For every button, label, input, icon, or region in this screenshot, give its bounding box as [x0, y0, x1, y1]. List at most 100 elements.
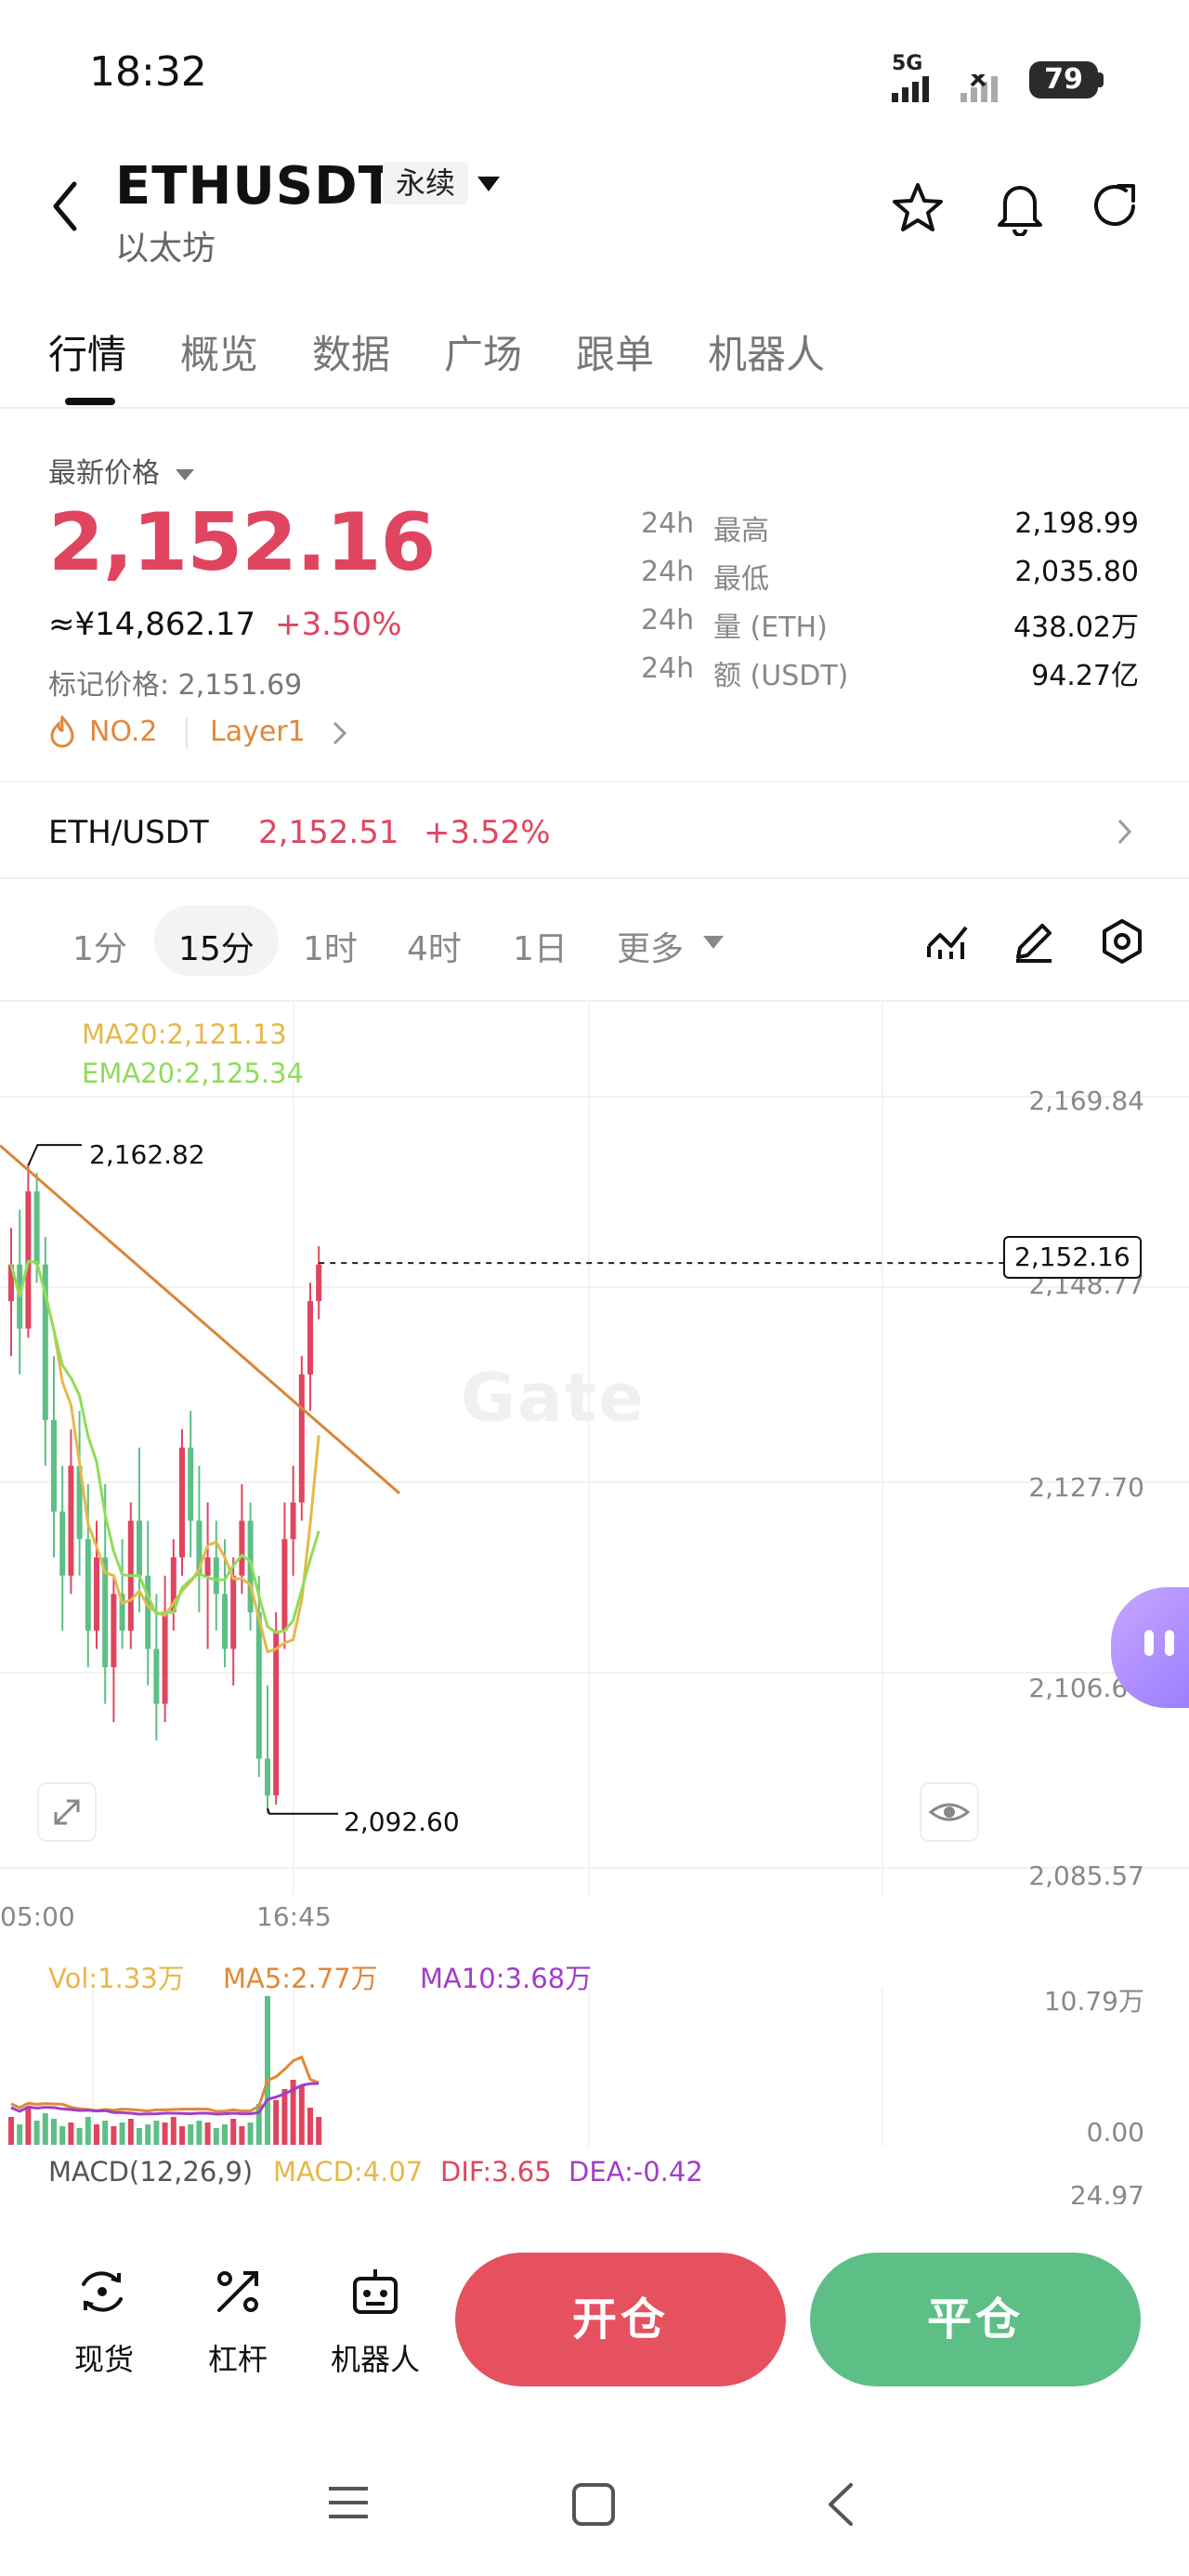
candle-body	[204, 1557, 211, 1576]
symbol-dropdown-icon[interactable]	[476, 175, 502, 193]
fullscreen-button[interactable]	[37, 1782, 97, 1842]
last-price: 2,152.16	[48, 496, 436, 589]
chevron-right-icon[interactable]	[1117, 818, 1133, 846]
volume-bar	[204, 2123, 211, 2145]
price-change: +3.50%	[275, 606, 402, 643]
x-axis-tick: 05:00	[0, 1901, 75, 1932]
tab-data[interactable]: 数据	[312, 323, 390, 380]
volume-bar	[119, 2123, 125, 2145]
candle-body	[51, 1420, 57, 1512]
visibility-toggle-button[interactable]	[920, 1782, 979, 1842]
latest-price-label[interactable]: 最新价格	[48, 450, 195, 491]
chevron-right-icon[interactable]	[331, 719, 349, 747]
contract-type-badge[interactable]: 永续	[383, 162, 469, 204]
volume-bar	[137, 2128, 142, 2145]
mark-price: 标记价格: 2,151.69	[48, 669, 303, 702]
close-position-button[interactable]: 平仓	[810, 2253, 1141, 2386]
macd-params-label: MACD(12,26,9)	[48, 2156, 254, 2188]
high-marker-line	[27, 1144, 82, 1166]
trend-line	[0, 1144, 400, 1495]
battery-indicator: 79	[1029, 61, 1098, 99]
home-icon[interactable]	[570, 2481, 617, 2528]
timeframe-1d[interactable]: 1日	[513, 922, 568, 970]
spot-icon[interactable]	[74, 2264, 130, 2320]
rank-tag[interactable]: NO.2	[89, 716, 157, 748]
open-position-button[interactable]: 开仓	[455, 2253, 786, 2386]
macd-dif-label: DIF:3.65	[440, 2156, 552, 2188]
ema20-label: EMA20:2,125.34	[82, 1058, 304, 1089]
candle-body	[137, 1520, 142, 1576]
tab-copy-trade[interactable]: 跟单	[576, 323, 654, 380]
ma20-label: MA20:2,121.13	[82, 1019, 287, 1050]
chevron-down-icon[interactable]	[702, 935, 725, 950]
timeframe-1m[interactable]: 1分	[72, 922, 127, 970]
bot-label[interactable]: 机器人	[320, 2336, 431, 2379]
timeframe-1h[interactable]: 1时	[303, 922, 358, 970]
chart-settings-icon[interactable]	[1100, 918, 1144, 965]
leverage-label[interactable]: 杠杆	[191, 2336, 284, 2379]
timeframe-15m[interactable]: 15分	[178, 922, 255, 970]
macd-dea-label: DEA:-0.42	[568, 2156, 703, 2188]
volume-bar	[127, 2119, 134, 2145]
candle-body	[307, 1301, 313, 1374]
candle-body	[255, 1611, 262, 1759]
timeframe-more[interactable]: 更多	[617, 922, 684, 970]
signal-icon	[892, 74, 998, 102]
candlestick-chart[interactable]	[0, 1004, 1189, 1896]
volume-bar	[33, 2121, 40, 2145]
tag-separator	[186, 717, 188, 749]
bot-icon[interactable]	[347, 2264, 403, 2320]
favorite-star-icon[interactable]	[890, 180, 946, 236]
volume-bar	[111, 2126, 117, 2145]
network-label: 5G	[892, 52, 923, 75]
spot-pair: ETH/USDT	[48, 814, 209, 851]
candle-body	[33, 1190, 40, 1265]
candle-body	[59, 1511, 66, 1576]
volume-bar	[230, 2119, 237, 2145]
stat-period: 24h	[641, 556, 695, 588]
back-nav-icon[interactable]	[821, 2481, 858, 2528]
volume-bar	[307, 2108, 313, 2145]
y-axis-tick: 2,169.84	[1028, 1085, 1144, 1116]
volume-bar	[196, 2121, 203, 2145]
draw-pencil-icon[interactable]	[1013, 920, 1055, 963]
tab-bot[interactable]: 机器人	[708, 323, 825, 380]
symbol-title[interactable]: ETHUSDT	[115, 156, 395, 217]
spot-price: 2,152.51	[258, 814, 399, 851]
stat-value: 94.27亿	[1031, 660, 1139, 692]
alert-bell-icon[interactable]	[992, 178, 1048, 236]
volume-bar	[281, 2089, 288, 2145]
candle-body	[25, 1190, 32, 1329]
candle-body	[213, 1557, 219, 1595]
stat-period: 24h	[641, 507, 695, 540]
volume-bar	[222, 2124, 228, 2145]
candle-body	[85, 1539, 91, 1631]
candle-body	[281, 1539, 288, 1631]
volume-ma5-line	[10, 2055, 320, 2113]
volume-bar	[247, 2123, 254, 2145]
tab-market[interactable]: 行情	[48, 323, 126, 380]
spot-label[interactable]: 现货	[58, 2336, 150, 2379]
refresh-icon[interactable]	[1089, 178, 1144, 234]
leverage-icon[interactable]	[210, 2264, 266, 2320]
candle-body	[68, 1465, 74, 1576]
volume-bar	[76, 2128, 83, 2145]
stat-name: 量 (ETH)	[713, 611, 828, 644]
volume-bar	[265, 1996, 270, 2145]
status-time: 18:32	[89, 48, 207, 96]
x-axis-tick: 16:45	[256, 1901, 332, 1932]
stat-name: 最低	[713, 563, 769, 596]
volume-bar	[145, 2124, 151, 2145]
tab-overview[interactable]: 概览	[180, 323, 258, 380]
stat-value: 438.02万	[1013, 611, 1139, 644]
candle-body	[111, 1594, 117, 1668]
sector-tag[interactable]: Layer1	[210, 716, 306, 748]
volume-bar	[59, 2126, 66, 2145]
stat-period: 24h	[641, 652, 695, 685]
back-icon[interactable]	[48, 178, 82, 234]
menu-icon[interactable]	[325, 2481, 372, 2524]
timeframe-4h[interactable]: 4时	[407, 922, 462, 970]
tab-square[interactable]: 广场	[444, 323, 522, 380]
volume-bar	[102, 2121, 109, 2145]
indicator-icon[interactable]	[925, 922, 970, 963]
